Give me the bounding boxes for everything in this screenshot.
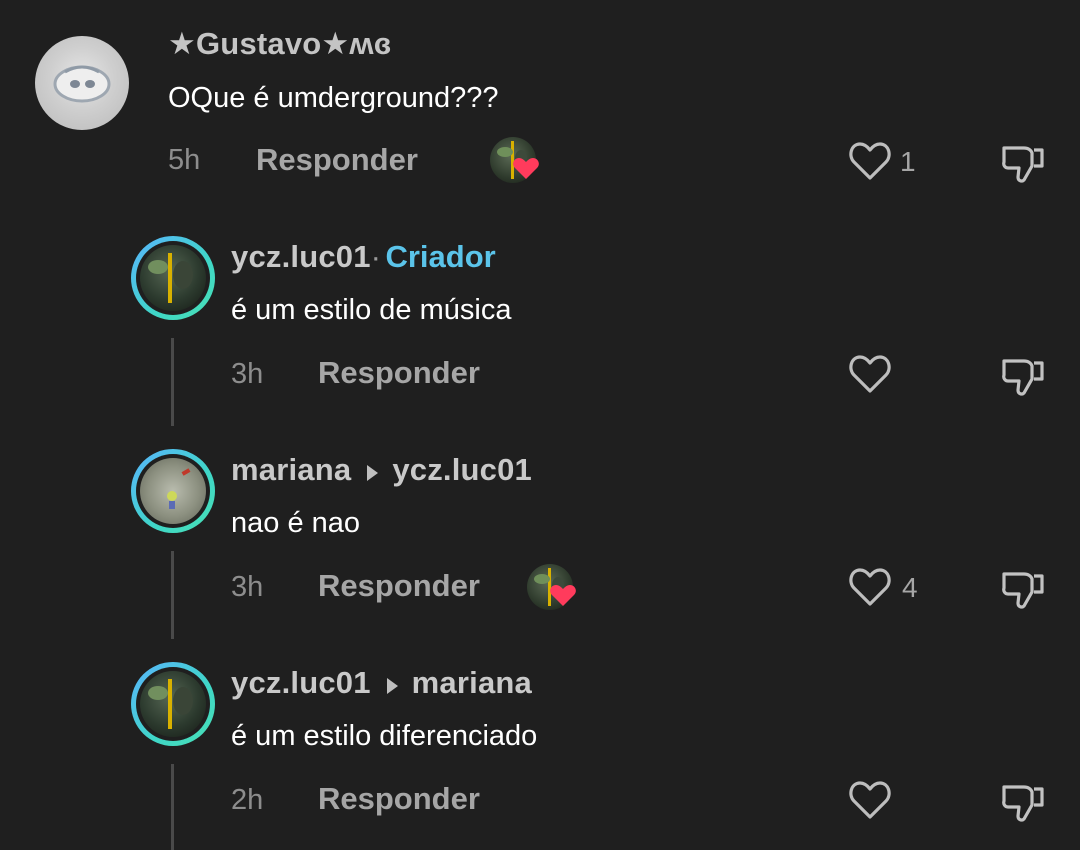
avatar-image xyxy=(148,253,193,303)
creator-badge: Criador xyxy=(385,239,496,274)
like-button[interactable] xyxy=(848,779,892,826)
comment-time: 3h xyxy=(231,358,264,390)
separator-dot: · xyxy=(370,239,381,274)
like-count: 1 xyxy=(900,146,916,177)
avatar-ycz-luc01[interactable] xyxy=(131,236,215,320)
comment-text: é um estilo de música xyxy=(231,294,512,326)
comment-header: mariana ycz.luc01 xyxy=(231,452,532,488)
thread-line xyxy=(171,764,174,850)
avatar-mariana[interactable] xyxy=(131,449,215,533)
heart-outline-icon xyxy=(849,568,891,606)
comment-time: 3h xyxy=(231,571,264,603)
heart-badge-icon xyxy=(550,585,576,606)
comment-time: 2h xyxy=(231,784,264,816)
thread-line xyxy=(171,551,174,639)
dislike-button[interactable] xyxy=(1000,779,1046,830)
dislike-button[interactable] xyxy=(1000,140,1046,191)
comment-text: OQue é umderground??? xyxy=(168,82,499,114)
comment-header: ycz.luc01 mariana xyxy=(231,665,532,701)
avatar-image xyxy=(148,679,193,729)
reply-button[interactable]: Responder xyxy=(318,568,480,604)
like-button[interactable] xyxy=(848,140,892,187)
reply-button[interactable]: Responder xyxy=(256,142,418,178)
comment-username[interactable]: ★Gustavo★ʍɞ xyxy=(168,26,392,62)
avatar-ycz-luc01[interactable] xyxy=(131,662,215,746)
avatar-gustavo[interactable] xyxy=(35,36,129,130)
reply-arrow-icon xyxy=(367,464,379,481)
like-button[interactable] xyxy=(848,353,892,400)
dislike-button[interactable] xyxy=(1000,353,1046,404)
comment-time: 5h xyxy=(168,144,201,176)
heart-outline-icon xyxy=(849,355,891,393)
comment-username[interactable]: mariana xyxy=(231,452,351,487)
like-count: 4 xyxy=(902,572,918,603)
creator-liked-avatar xyxy=(527,564,576,610)
comment-username[interactable]: ycz.luc01 xyxy=(231,239,371,274)
comment-text: é um estilo diferenciado xyxy=(231,720,538,752)
avatar-image xyxy=(167,468,191,509)
heart-outline-icon xyxy=(849,142,891,180)
heart-outline-icon xyxy=(849,781,891,819)
dislike-icon xyxy=(1002,146,1044,183)
like-button[interactable] xyxy=(848,566,892,613)
reply-to-username[interactable]: mariana xyxy=(412,665,532,700)
reply-button[interactable]: Responder xyxy=(318,781,480,817)
reply-to-username[interactable]: ycz.luc01 xyxy=(392,452,532,487)
dislike-button[interactable] xyxy=(1000,566,1046,617)
creator-liked-avatar xyxy=(490,137,539,183)
reply-button[interactable]: Responder xyxy=(318,355,480,391)
dislike-icon xyxy=(1002,785,1044,822)
dislike-icon xyxy=(1002,572,1044,609)
heart-badge-icon xyxy=(513,158,539,179)
comment-header: ycz.luc01· Criador xyxy=(231,239,496,275)
reply-arrow-icon xyxy=(386,677,398,694)
avatar-image xyxy=(53,65,111,103)
comment-text: nao é nao xyxy=(231,507,361,539)
thread-line xyxy=(171,338,174,426)
comment-username[interactable]: ycz.luc01 xyxy=(231,665,371,700)
dislike-icon xyxy=(1002,359,1044,396)
